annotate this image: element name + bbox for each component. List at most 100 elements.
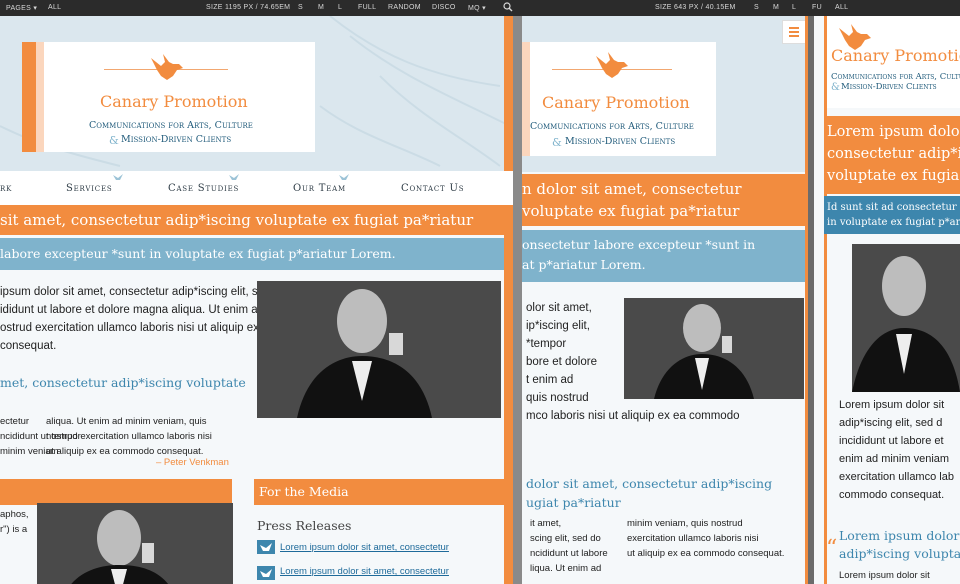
- testimonial-2-right-3: ut aliquip ex ea commodo consequat.: [627, 548, 785, 559]
- testimonial-3-heading-1: Lorem ipsum dolor s: [839, 528, 960, 543]
- intro-3-line-4: enim ad minim veniam: [839, 453, 950, 465]
- size-s-button-middle[interactable]: S: [754, 4, 759, 11]
- nav-item-services[interactable]: Services: [66, 183, 112, 194]
- subhead-band-2: onsectetur labore excepteur *sunt in at …: [522, 230, 808, 282]
- full-button[interactable]: FULL: [358, 4, 376, 11]
- toolbar-right: FU ALL: [812, 0, 960, 16]
- nav-item-contact-us[interactable]: Contact Us: [401, 183, 464, 194]
- team-photo-2: [37, 503, 233, 584]
- pane-divider-1[interactable]: [513, 16, 522, 584]
- nav-bird-icon: [113, 174, 123, 180]
- man-in-tuxedo-image: [257, 281, 501, 418]
- team-photo: [257, 281, 501, 418]
- nav-item-case-studies[interactable]: Case Studies: [168, 183, 239, 194]
- subhead-band: labore excepteur *sunt in voluptate ex f…: [0, 238, 504, 270]
- viewport-pane-medium: Canary Promotion Communications for Arts…: [522, 16, 808, 584]
- size-readout-middle: SIZE 643 PX / 40.15EM: [655, 4, 736, 11]
- nav-bird-icon-2: [229, 174, 239, 180]
- headline-3-line-2: consectetur adip*i: [827, 146, 960, 162]
- all-button[interactable]: ALL: [48, 4, 61, 11]
- size-m-button[interactable]: M: [318, 4, 324, 11]
- nav-item-our-team[interactable]: Our Team: [293, 183, 346, 194]
- search-icon[interactable]: [503, 2, 513, 14]
- logo-card: Canary Promotion Communications for Arts…: [22, 42, 315, 152]
- testimonial-author[interactable]: – Peter Venkman: [156, 457, 229, 468]
- logo-card-3: Canary Promotion Communications for Arts…: [827, 16, 960, 108]
- canary-bird-icon: [151, 54, 183, 80]
- nav-item-work[interactable]: rk: [0, 183, 12, 194]
- nav-bird-icon-3: [339, 174, 349, 180]
- menu-toggle-button[interactable]: [782, 20, 806, 44]
- mq-menu[interactable]: MQ ▾: [468, 4, 486, 12]
- intro-2-line-4: bore et dolore: [526, 356, 597, 368]
- all-button-right[interactable]: ALL: [835, 4, 848, 11]
- intro-3-line-5: exercitation ullamco lab: [839, 471, 954, 483]
- size-l-button-middle[interactable]: L: [792, 4, 796, 11]
- size-l-button[interactable]: L: [338, 4, 342, 11]
- intro-3-line-2: adip*iscing elit, sed d: [839, 417, 943, 429]
- tagline-2-line-2: Mission-Driven Clients: [565, 136, 676, 147]
- man-in-tuxedo-image-2: [37, 503, 233, 584]
- man-in-tuxedo-image-3: [624, 298, 804, 399]
- intro-3-line-1: Lorem ipsum dolor sit: [839, 399, 945, 411]
- testimonial-right-1: aliqua. Ut enim ad minim veniam, quis: [46, 416, 207, 427]
- headline-2-line-2: voluptate ex fugiat pa*riatur: [522, 202, 740, 220]
- disco-button[interactable]: DISCO: [432, 4, 456, 11]
- tagline-line-1: Communications for Arts, Culture: [89, 120, 253, 131]
- random-button[interactable]: RANDOM: [388, 4, 421, 11]
- intro-2-line-3: *tempor: [526, 338, 567, 350]
- testimonial-3-heading-2: adip*iscing voluptat: [839, 546, 960, 561]
- intro-line-2: ididunt ut labore et dolore magna aliqua…: [0, 304, 298, 316]
- man-in-tuxedo-image-4: [852, 244, 960, 392]
- intro-3-line-3: incididunt ut labore et: [839, 435, 944, 447]
- headline-band-2: n dolor sit amet, consectetur voluptate …: [522, 174, 808, 226]
- toolbar-middle: SIZE 643 PX / 40.15EM S M L: [522, 0, 812, 16]
- intro-2-line-6: quis nostrud: [526, 392, 589, 404]
- intro-2-line-2: ip*iscing elit,: [526, 320, 590, 332]
- hamburger-menu-icon: [789, 27, 799, 37]
- press-releases-heading: Press Releases: [257, 518, 352, 533]
- intro-3-line-6: commodo consequat.: [839, 489, 945, 501]
- intro-2-line-5: t enim ad: [526, 374, 574, 386]
- canary-bird-icon-2: [596, 52, 628, 78]
- tagline-3-line-1: Communications for Arts, Culture: [831, 72, 960, 82]
- size-m-button-middle[interactable]: M: [773, 4, 779, 11]
- subhead-3-line-2: in voluptate ex fugiat p*ar: [827, 217, 960, 228]
- tagline-3-ampersand: &: [831, 82, 840, 93]
- logo-card-2: Canary Promotion Communications for Arts…: [522, 42, 716, 156]
- viewport-pane-small: Canary Promotion Communications for Arts…: [814, 16, 960, 584]
- brand-name-3[interactable]: Canary Promotion: [831, 46, 960, 65]
- size-s-button[interactable]: S: [298, 4, 303, 11]
- intro-line-3: ostrud exercitation ullamco laboris nisi…: [0, 322, 275, 334]
- bird-bullet-icon-2: [257, 566, 275, 580]
- quote-mark-icon: “: [826, 536, 838, 561]
- headline-band-3: Lorem ipsum dolor consectetur adip*i vol…: [824, 116, 960, 194]
- press-release-link-1[interactable]: Lorem ipsum dolor sit amet, consectetur: [280, 542, 449, 553]
- testimonial-2-heading-1: dolor sit amet, consectetur adip*iscing: [526, 476, 773, 491]
- press-release-link-2[interactable]: Lorem ipsum dolor sit amet, consectetur: [280, 566, 449, 577]
- headline-3-line-3: voluptate ex fugia: [827, 168, 960, 184]
- logo-peach-stripe: [36, 42, 44, 152]
- subhead-2-line-1: onsectetur labore excepteur *sunt in: [522, 237, 756, 252]
- tagline-2-ampersand: &: [552, 136, 562, 149]
- team-photo-4: [852, 244, 960, 392]
- tagline-2-line-1: Communications for Arts, Culture: [530, 121, 694, 132]
- left-section-band: [0, 479, 232, 505]
- main-navigation: rk Services Case Studies Our Team Contac…: [0, 171, 513, 205]
- testimonial-heading: met, consectetur adip*iscing voluptate: [0, 375, 246, 390]
- full-button-right[interactable]: FU: [812, 4, 822, 11]
- tagline-3-line-2: Mission-Driven Clients: [841, 82, 937, 92]
- pane-right-border: [504, 16, 513, 584]
- size-readout: SIZE 1195 PX / 74.65EM: [206, 4, 291, 11]
- testimonial-2-left-2: scing elit, sed do: [530, 533, 601, 544]
- testimonial-2-left-4: liqua. Ut enim ad: [530, 563, 602, 574]
- brand-name[interactable]: Canary Promotion: [100, 92, 248, 111]
- bird-bullet-icon: [257, 540, 275, 554]
- subhead-3-line-1: Id sunt sit ad consectetur: [827, 202, 957, 213]
- headline-band: sit amet, consectetur adip*iscing volupt…: [0, 205, 504, 235]
- pages-menu[interactable]: PAGES ▾: [6, 4, 37, 12]
- brand-name-2[interactable]: Canary Promotion: [542, 93, 690, 112]
- logo-peach-stripe-2: [522, 42, 530, 156]
- subhead-band-3: Id sunt sit ad consectetur in voluptate …: [824, 196, 960, 234]
- testimonial-2-left-1: it amet,: [530, 518, 562, 529]
